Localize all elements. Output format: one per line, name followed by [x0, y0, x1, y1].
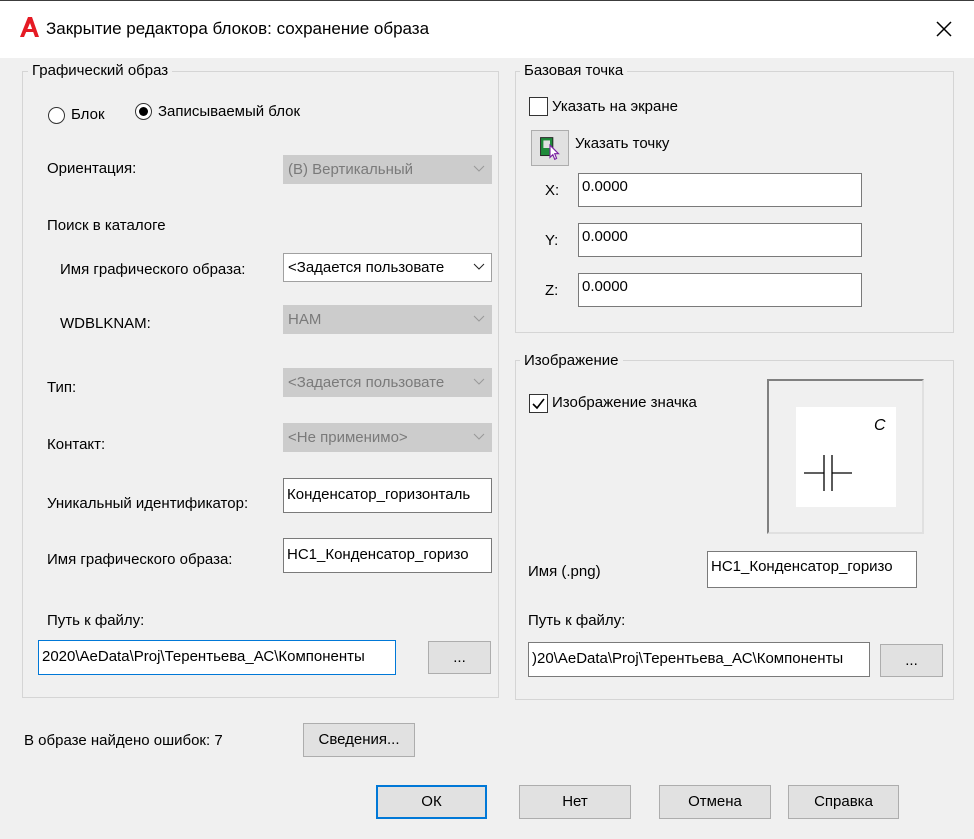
image-file-path-field[interactable]: )20\AeData\Proj\Терентьева_АС\Компоненты — [528, 642, 870, 677]
specify-on-screen-checkbox[interactable] — [529, 97, 548, 116]
graphic-name-select[interactable]: <Задается пользовате — [283, 253, 492, 282]
graphic-group-legend: Графический образ — [28, 62, 173, 79]
x-field[interactable]: 0.0000 — [578, 173, 862, 207]
details-button[interactable]: Сведения... — [303, 723, 415, 757]
icon-image-checkbox[interactable] — [529, 394, 548, 413]
help-button[interactable]: Справка — [788, 785, 899, 819]
pick-point-label: Указать точку — [575, 135, 670, 152]
y-label: Y: — [545, 232, 559, 249]
graphic-name-label: Имя графического образа: — [60, 261, 246, 278]
specify-on-screen-label[interactable]: Указать на экране — [552, 98, 678, 115]
png-name-label: Имя (.png) — [528, 563, 601, 580]
wdblknam-select: HAM — [283, 305, 492, 334]
icon-preview-frame: C — [767, 379, 924, 534]
radio-writable-block[interactable] — [135, 103, 152, 120]
image-file-path-label: Путь к файлу: — [528, 612, 626, 629]
png-name-field[interactable]: HC1_Конденсатор_горизо — [707, 551, 917, 588]
orientation-label: Ориентация: — [47, 160, 137, 177]
type-select: <Задается пользовате — [283, 368, 492, 397]
contact-label: Контакт: — [47, 436, 106, 453]
close-icon[interactable] — [930, 15, 958, 43]
autocad-logo-icon — [20, 17, 39, 37]
radio-writable-label[interactable]: Записываемый блок — [158, 103, 300, 120]
ok-button[interactable]: ОК — [376, 785, 487, 819]
image-name-label: Имя графического образа: — [47, 551, 233, 568]
title-bar: Закрытие редактора блоков: сохранение об… — [0, 0, 974, 58]
orientation-select: (В) Вертикальный — [283, 155, 492, 184]
base-point-legend: Базовая точка — [520, 62, 628, 79]
radio-block[interactable] — [48, 107, 65, 124]
catalog-search-label: Поиск в каталоге — [47, 217, 166, 234]
chevron-down-icon — [473, 433, 485, 440]
image-browse-button[interactable]: ... — [880, 644, 943, 677]
image-name-field[interactable]: HC1_Конденсатор_горизо — [283, 538, 492, 573]
browse-button[interactable]: ... — [428, 641, 491, 674]
errors-text: В образе найдено ошибок: 7 — [24, 732, 223, 749]
contact-select: <Не применимо> — [283, 423, 492, 452]
icon-image-label[interactable]: Изображение значка — [552, 394, 697, 411]
checkmark-icon — [532, 398, 545, 410]
y-field[interactable]: 0.0000 — [578, 223, 862, 257]
image-group-legend: Изображение — [520, 352, 623, 369]
z-label: Z: — [545, 282, 559, 299]
chevron-down-icon — [473, 378, 485, 385]
no-button[interactable]: Нет — [519, 785, 631, 819]
file-path-label: Путь к файлу: — [47, 612, 145, 629]
icon-preview-canvas: C — [796, 407, 896, 507]
chevron-down-icon — [473, 165, 485, 172]
preview-label-letter: C — [874, 417, 886, 434]
wdblknam-label: WDBLKNAM: — [60, 315, 151, 332]
window-title: Закрытие редактора блоков: сохранение об… — [46, 19, 430, 38]
cancel-button[interactable]: Отмена — [659, 785, 771, 819]
pick-point-button[interactable] — [531, 130, 569, 166]
unique-id-field[interactable]: Конденсатор_горизонталь — [283, 478, 492, 513]
type-label: Тип: — [47, 379, 77, 396]
chevron-down-icon — [473, 315, 485, 322]
pick-point-icon — [540, 137, 560, 161]
file-path-field[interactable]: 2020\AeData\Proj\Терентьева_АС\Компонент… — [38, 640, 396, 675]
x-label: X: — [545, 182, 560, 199]
radio-block-label[interactable]: Блок — [71, 106, 105, 123]
chevron-down-icon — [473, 263, 485, 270]
unique-id-label: Уникальный идентификатор: — [47, 495, 249, 512]
z-field[interactable]: 0.0000 — [578, 273, 862, 307]
